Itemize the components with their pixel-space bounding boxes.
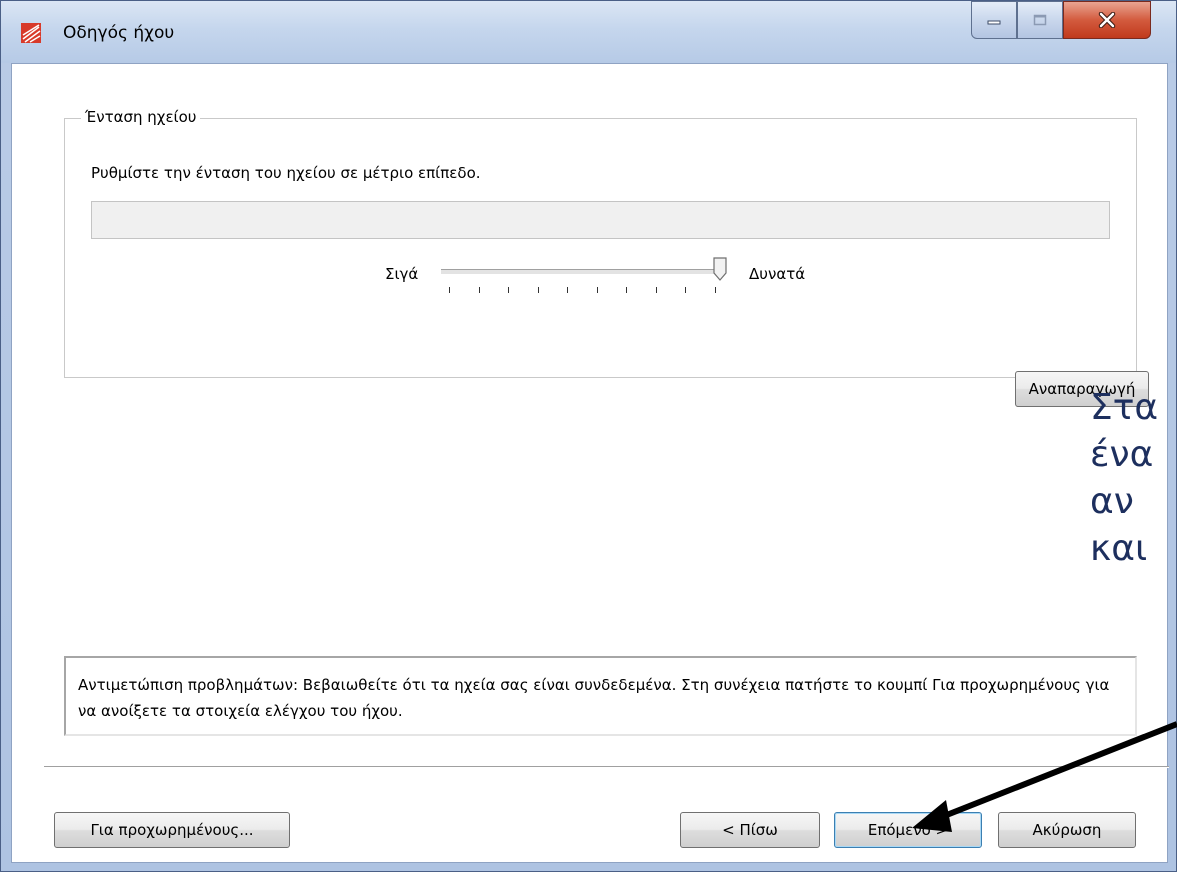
close-icon: [1098, 12, 1116, 28]
slider-tick: [596, 287, 598, 293]
back-button[interactable]: < Πίσω: [680, 812, 820, 848]
maximize-icon: [1033, 14, 1047, 26]
slider-tick: [567, 287, 569, 293]
troubleshooting-box: Αντιμετώπιση προβλημάτων: Βεβαιωθείτε ότ…: [64, 656, 1137, 736]
minimize-button[interactable]: [971, 1, 1017, 39]
troubleshooting-text: Αντιμετώπιση προβλημάτων: Βεβαιωθείτε ότ…: [78, 676, 1110, 720]
wizard-content: Ένταση ηχείου Ρυθμίστε την ένταση του ηχ…: [11, 63, 1169, 863]
slider-tick: [626, 287, 628, 293]
volume-level-meter: [91, 201, 1110, 239]
speaker-wizard-icon: [21, 23, 41, 43]
advanced-button[interactable]: Για προχωρημένους...: [54, 812, 290, 848]
slider-track: [441, 269, 715, 275]
slider-tick: [715, 287, 716, 293]
slider-low-label: Σιγά: [385, 265, 419, 283]
slider-tick: [478, 287, 480, 293]
slider-tick: [655, 287, 657, 293]
annotation-line: και: [1090, 528, 1148, 569]
minimize-icon: [987, 20, 1001, 25]
next-button[interactable]: Επόμενο >: [834, 812, 982, 848]
volume-instruction: Ρυθμίστε την ένταση του ηχείου σε μέτριο…: [91, 164, 481, 182]
slider-tick: [449, 287, 450, 293]
separator-line: [44, 766, 1169, 768]
slider-tick: [508, 287, 510, 293]
close-button[interactable]: [1063, 1, 1151, 39]
volume-slider[interactable]: [441, 257, 741, 297]
slider-high-label: Δυνατά: [749, 265, 806, 283]
annotation-line: αν: [1090, 481, 1134, 522]
window-title: Οδηγός ήχου: [63, 23, 175, 43]
cancel-button[interactable]: Ακύρωση: [998, 812, 1136, 848]
maximize-button[interactable]: [1017, 1, 1063, 39]
slider-thumb[interactable]: [713, 257, 727, 281]
slider-tick: [685, 287, 687, 293]
group-title: Ένταση ηχείου: [81, 108, 201, 126]
annotation-line: ένα: [1090, 434, 1154, 475]
speaker-setup-window: Οδηγός ήχου Ένταση ηχείου Ρυθμίστε την έ…: [0, 0, 1177, 872]
slide-annotation-text: Στα ένα αν και: [1090, 384, 1158, 572]
slider-tick: [537, 287, 539, 293]
speaker-volume-group: Ένταση ηχείου Ρυθμίστε την ένταση του ηχ…: [64, 108, 1149, 407]
title-bar[interactable]: Οδηγός ήχου: [1, 1, 1176, 63]
annotation-line: Στα: [1090, 387, 1159, 428]
